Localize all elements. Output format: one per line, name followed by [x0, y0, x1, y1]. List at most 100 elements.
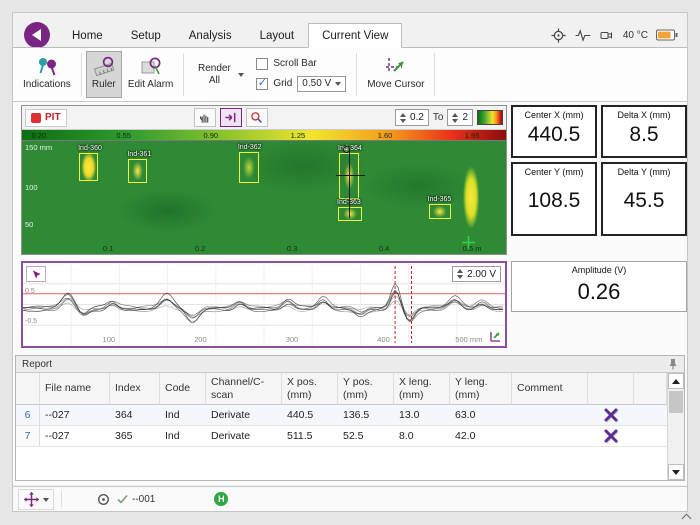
- cell-file-name: --027: [40, 405, 110, 427]
- indication-label: Ind-365: [427, 196, 452, 204]
- ribbon-tabs: Home Setup Analysis Layout Current View: [58, 23, 403, 48]
- color-scale-bar[interactable]: 0.20 0.55 0.90 1.25 1.60 1.95: [22, 130, 506, 141]
- cell-file-name: --027: [40, 426, 110, 448]
- x-axis-tick: 0.3: [286, 244, 298, 253]
- indication-box[interactable]: Ind-360: [78, 145, 102, 181]
- cell-index: 365: [110, 426, 160, 448]
- strip-y-tick: -0.5: [25, 317, 38, 325]
- column-header-index[interactable]: Index: [110, 373, 160, 406]
- tab-analysis[interactable]: Analysis: [175, 23, 246, 48]
- render-all-button[interactable]: Render All: [188, 51, 250, 98]
- scroll-down-button[interactable]: [668, 464, 684, 480]
- delete-x-icon: [604, 408, 618, 422]
- delete-row-button[interactable]: [603, 408, 619, 422]
- column-header-y-pos[interactable]: Y pos. (mm): [338, 373, 394, 406]
- strip-cursor-tool-button[interactable]: [26, 266, 46, 282]
- grid-spacing-select[interactable]: 0.50 V: [297, 75, 347, 92]
- scale-max-spinner[interactable]: 2: [447, 109, 473, 126]
- move-tool-button[interactable]: [18, 488, 54, 510]
- strip-move-cursor-icon[interactable]: [489, 330, 502, 343]
- cell-y-pos: 52.5: [338, 426, 394, 448]
- strip-x-tick: 100: [102, 335, 116, 344]
- tab-setup[interactable]: Setup: [117, 23, 175, 48]
- readout-label: Center Y (mm): [524, 167, 584, 177]
- measurement-cursor-handle[interactable]: [343, 145, 351, 153]
- ribbon-separator: [434, 53, 436, 96]
- pin-icon[interactable]: [668, 358, 678, 370]
- magnifier-icon: [251, 112, 263, 123]
- indications-button[interactable]: Indications: [17, 51, 77, 98]
- readout-value: 45.5: [623, 189, 665, 212]
- ruler-icon: [92, 55, 116, 77]
- back-button[interactable]: [24, 22, 50, 48]
- strip-scale-spinner[interactable]: 2.00 V: [452, 266, 501, 282]
- cell-y-leng: 63.0: [450, 405, 512, 427]
- cursor-jump-tool-button[interactable]: [219, 108, 242, 127]
- ribbon-toolbar: Indications Ruler Edit Alarm Render All …: [13, 47, 687, 102]
- tab-layout[interactable]: Layout: [246, 23, 309, 48]
- indication-box[interactable]: Ind-363: [337, 199, 363, 222]
- column-header-y-leng[interactable]: Y leng. (mm): [450, 373, 512, 406]
- strip-x-tick: 200: [194, 335, 207, 344]
- column-header-file-name[interactable]: File name: [40, 373, 110, 406]
- battery-icon: [656, 29, 678, 41]
- indication-box[interactable]: Ind-362: [238, 144, 262, 183]
- strip-x-tick: 500 mm: [455, 335, 483, 344]
- ruler-button[interactable]: Ruler: [85, 51, 122, 98]
- indication-box[interactable]: Ind-365: [428, 196, 451, 219]
- table-row[interactable]: 7 --027 365 Ind Derivate 511.5 52.5 8.0 …: [16, 426, 667, 448]
- move-cursor-button[interactable]: Move Cursor: [361, 51, 430, 98]
- report-header[interactable]: Report: [16, 356, 684, 373]
- cursor-icon: [32, 269, 41, 279]
- x-axis-tick: 0.4: [378, 244, 390, 253]
- strip-x-tick: 400: [377, 335, 390, 344]
- column-header-channel[interactable]: Channel/C-scan: [206, 373, 282, 406]
- spinner-arrows-icon[interactable]: [452, 112, 459, 123]
- column-header-comment[interactable]: Comment: [512, 373, 588, 406]
- channel-label: PIT: [45, 112, 61, 123]
- indication-label: Ind-360: [78, 145, 102, 153]
- row-number[interactable]: 7: [16, 426, 40, 448]
- palette-swatch[interactable]: [477, 110, 503, 125]
- tab-current-view[interactable]: Current View: [308, 23, 403, 48]
- statusbar-separator: [61, 491, 62, 507]
- pan-tool-button[interactable]: [193, 108, 216, 127]
- colorbar-tick: 1.60: [377, 131, 393, 140]
- channel-selector[interactable]: PIT: [25, 108, 67, 127]
- reference-cursor-icon[interactable]: [461, 236, 475, 250]
- row-number[interactable]: 6: [16, 405, 40, 427]
- spinner-arrows-icon[interactable]: [399, 112, 406, 123]
- strip-chart-panel[interactable]: 2.00 V 0.5 -0.5 100 200 300 400 500 mm: [21, 261, 507, 348]
- collapse-ribbon-button[interactable]: [680, 512, 692, 523]
- grid-label[interactable]: Grid: [273, 78, 292, 89]
- y-axis-tick: 50: [25, 220, 34, 230]
- measurement-cursor-horizontal[interactable]: [335, 174, 365, 176]
- triangle-down-icon: [672, 469, 680, 475]
- readout-value: 0.26: [577, 279, 621, 304]
- measurement-cursor-vertical[interactable]: [348, 147, 350, 218]
- column-header-x-pos[interactable]: X pos. (mm): [282, 373, 338, 406]
- zoom-tool-button[interactable]: [245, 108, 268, 127]
- delete-row-button[interactable]: [603, 429, 619, 443]
- column-header-code[interactable]: Code: [160, 373, 206, 406]
- scale-min-spinner[interactable]: 0.2: [394, 109, 429, 126]
- edit-alarm-button[interactable]: Edit Alarm: [122, 51, 180, 98]
- spinner-arrows-icon[interactable]: [457, 269, 464, 279]
- table-row[interactable]: 6 --027 364 Ind Derivate 440.5 136.5 13.…: [16, 405, 667, 427]
- readout-label: Delta Y (mm): [617, 167, 671, 177]
- cscan-heatmap[interactable]: 150 mm 100 50 0.1 0.2 0.3 0.4 0.5 m Ind-…: [22, 141, 506, 254]
- readout-amplitude: Amplitude (V) 0.26: [511, 261, 687, 312]
- check-icon: [117, 494, 128, 504]
- column-header-x-leng[interactable]: X leng. (mm): [394, 373, 450, 406]
- vertical-scrollbar[interactable]: [667, 373, 684, 480]
- scrollbar-thumb[interactable]: [669, 391, 683, 413]
- scroll-bar-option[interactable]: Scroll Bar: [256, 57, 346, 70]
- tab-home[interactable]: Home: [58, 23, 117, 48]
- scroll-up-button[interactable]: [668, 373, 684, 389]
- scroll-bar-checkbox[interactable]: [256, 57, 269, 70]
- grid-checkbox[interactable]: [256, 77, 269, 90]
- indication-box[interactable]: Ind-361: [127, 151, 151, 183]
- scale-min-value: 0.2: [409, 112, 424, 123]
- chevron-up-icon: [681, 513, 691, 523]
- chevron-down-icon: [238, 73, 245, 80]
